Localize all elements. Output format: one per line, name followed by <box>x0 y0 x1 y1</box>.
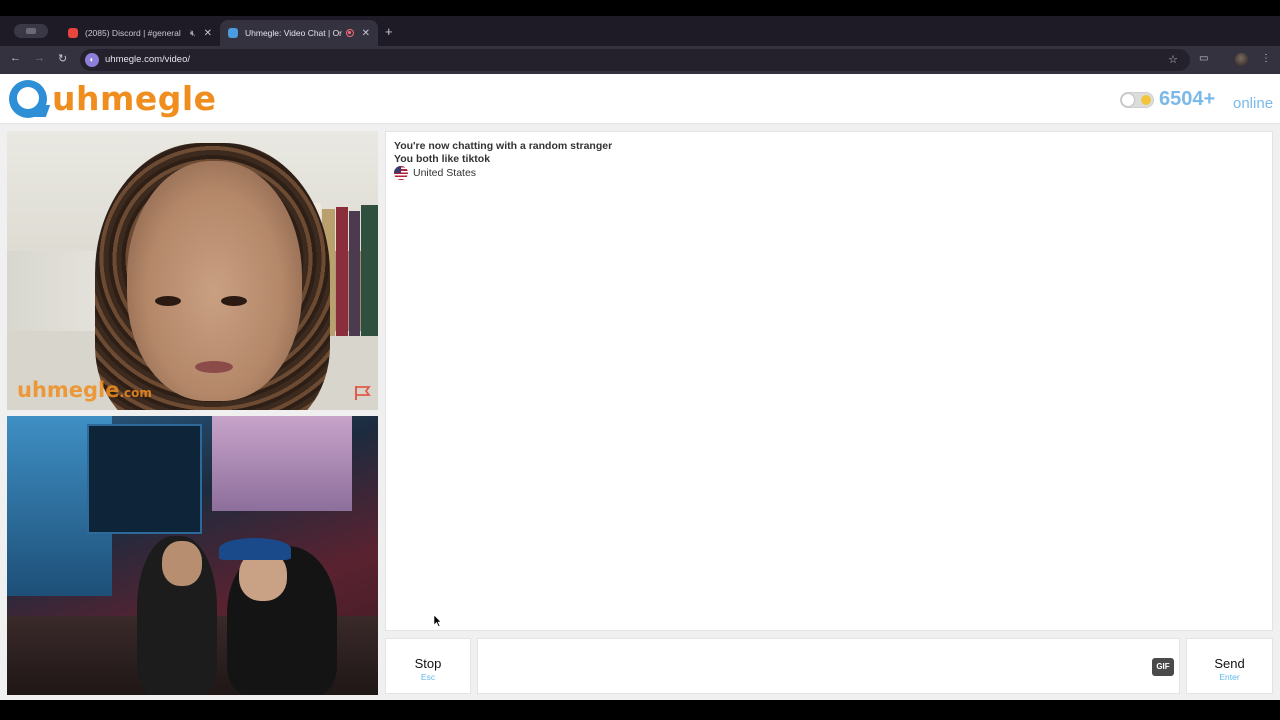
address-bar[interactable]: ◐ uhmegle.com/video/ ☆ <box>80 49 1190 71</box>
report-flag-icon[interactable] <box>354 385 372 401</box>
reload-icon[interactable]: ↻ <box>58 52 67 65</box>
book <box>361 205 378 336</box>
book <box>336 207 348 336</box>
online-count: 6504+ <box>1159 88 1216 110</box>
send-key-hint: Enter <box>1219 672 1240 682</box>
tab-group-icon <box>26 28 36 34</box>
back-icon[interactable]: ← <box>10 52 21 64</box>
system-message: You both like tiktok <box>394 153 491 165</box>
discord-icon <box>68 28 78 38</box>
chat-log: You're now chatting with a random strang… <box>385 131 1273 631</box>
sun-icon <box>1141 95 1151 105</box>
monitor-right <box>212 416 352 511</box>
mouse-cursor-icon <box>434 615 442 627</box>
close-tab-icon[interactable]: ✕ <box>204 28 212 39</box>
profile-avatar[interactable] <box>1235 53 1248 66</box>
tab-title: (2085) Discord | #general <box>85 28 181 38</box>
new-tab-button[interactable]: + <box>385 24 393 39</box>
person-eye <box>155 296 181 306</box>
bookmark-star-icon[interactable]: ☆ <box>1168 53 1178 66</box>
tab-discord[interactable]: (2085) Discord | #general 🔇︎ ✕ <box>60 20 220 46</box>
watermark-text: uhmegle <box>17 378 120 402</box>
gif-button[interactable]: GIF <box>1152 658 1174 676</box>
browser-toolbar: ← → ↻ ◐ uhmegle.com/video/ ☆ ▭ ⋮ <box>0 46 1280 74</box>
bottom-letterbox <box>0 700 1280 720</box>
cap <box>219 538 291 560</box>
forward-icon[interactable]: → <box>34 52 45 64</box>
system-message: You're now chatting with a random strang… <box>394 140 613 152</box>
tab-uhmegle[interactable]: Uhmegle: Video Chat | Or ✕ <box>220 20 378 46</box>
online-label: online <box>1233 95 1274 112</box>
message-input-box[interactable]: GIF <box>477 638 1180 694</box>
toggle-knob <box>1122 94 1134 106</box>
country-name: United States <box>413 166 477 179</box>
monitor-center <box>87 424 202 534</box>
stranger-video: uhmegle.com <box>7 131 378 410</box>
person-mouth <box>195 361 233 373</box>
send-button[interactable]: Send Enter <box>1186 638 1273 694</box>
recording-icon <box>345 29 354 37</box>
self-video <box>7 416 378 695</box>
logo-text[interactable]: uhmegle <box>52 79 217 118</box>
theme-toggle[interactable] <box>1120 92 1154 108</box>
url-text[interactable]: uhmegle.com/video/ <box>105 54 190 65</box>
video-watermark: uhmegle.com <box>17 378 152 402</box>
book <box>349 211 360 336</box>
stop-key-hint: Esc <box>420 672 436 682</box>
message-input[interactable] <box>478 639 1179 693</box>
menu-icon[interactable]: ⋮ <box>1261 53 1271 64</box>
page: uhmegle 6504+ online uhmegle.com You're … <box>0 74 1280 700</box>
uhmegle-icon <box>228 28 238 38</box>
stop-button[interactable]: Stop Esc <box>385 638 471 694</box>
country-line: United States <box>394 166 476 180</box>
cast-icon[interactable]: ▭ <box>1199 53 1208 64</box>
site-info-icon[interactable]: ◐ <box>85 53 99 67</box>
tab-group-pill[interactable] <box>14 24 48 38</box>
muted-speaker-icon[interactable]: 🔇︎ <box>190 28 196 39</box>
screen: (2085) Discord | #general 🔇︎ ✕ Uhmegle: … <box>0 0 1280 720</box>
us-flag-icon <box>394 166 408 180</box>
browser-tab-strip: (2085) Discord | #general 🔇︎ ✕ Uhmegle: … <box>0 16 1280 46</box>
tab-title: Uhmegle: Video Chat | Or <box>245 28 342 38</box>
send-label: Send <box>1214 656 1245 671</box>
stop-label: Stop <box>414 656 442 671</box>
person-left-face <box>162 541 202 586</box>
person-eye <box>221 296 247 306</box>
close-tab-icon[interactable]: ✕ <box>362 28 370 39</box>
logo-icon[interactable] <box>9 80 47 118</box>
site-header: uhmegle 6504+ online <box>0 74 1280 124</box>
watermark-suffix: .com <box>119 386 152 400</box>
